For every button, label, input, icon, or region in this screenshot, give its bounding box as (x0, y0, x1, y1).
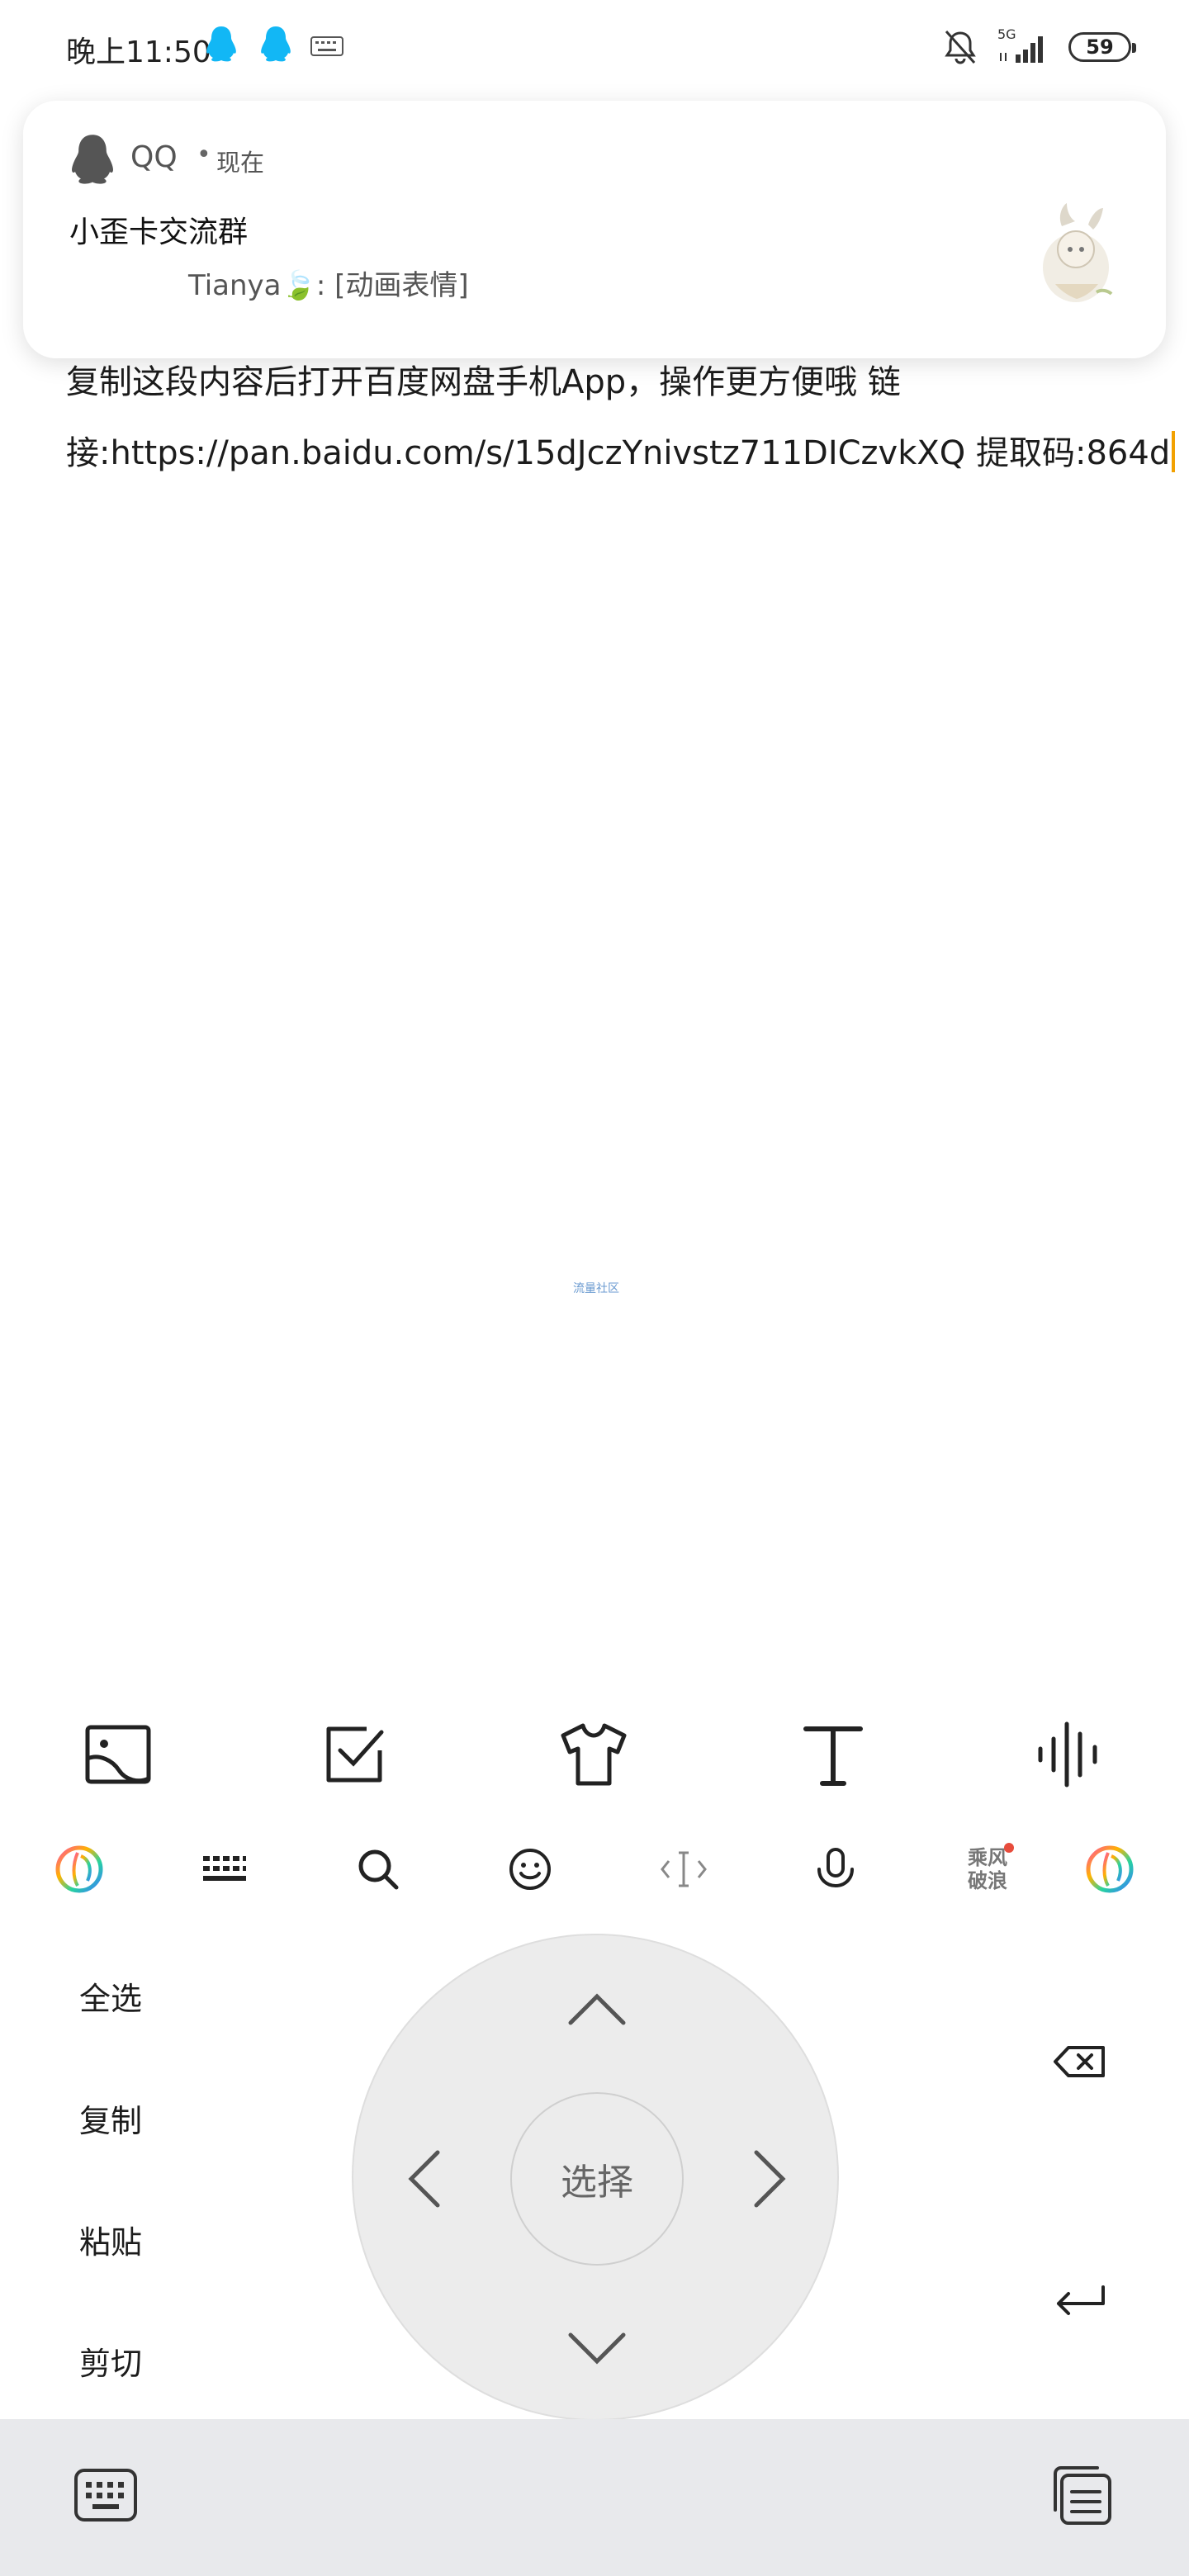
status-bar: 晚上11:50 5G 59 (0, 0, 1189, 99)
cut-button[interactable]: 剪切 (79, 2338, 142, 2384)
game-logo-icon[interactable]: 乘风破浪 (956, 1838, 1019, 1901)
qq-notification[interactable]: QQ • 现在 小歪卡交流群 Tianya🍃: [动画表情] (23, 101, 1166, 358)
keyboard-icon[interactable] (73, 2462, 139, 2528)
notification-app-name: QQ (130, 140, 178, 174)
clipboard-icon[interactable] (1049, 2462, 1115, 2528)
keyboard-grid-icon[interactable] (193, 1838, 256, 1901)
sticker-thumbnail (1043, 203, 1113, 302)
notification-title: 小歪卡交流群 (69, 215, 249, 249)
text-icon[interactable] (796, 1717, 870, 1792)
qq-app-icon (72, 135, 113, 184)
enter-icon[interactable] (1052, 2280, 1110, 2322)
notification-dot (1004, 1843, 1014, 1853)
arrow-right-icon[interactable] (733, 2146, 799, 2212)
cursor-dpad[interactable]: 选择 (352, 1934, 839, 2421)
edit-panel: 全选 复制 粘贴 剪切 选择 (0, 1924, 1189, 2421)
note-text-content[interactable]: 接:https://pan.baidu.com/s/15dJczYnivstz7… (66, 434, 1170, 472)
notification-separator: • (197, 140, 211, 169)
audio-icon[interactable] (1032, 1717, 1106, 1792)
cursor-icon[interactable] (652, 1838, 715, 1901)
image-icon[interactable] (81, 1717, 155, 1792)
notification-time: 现在 (216, 149, 265, 177)
select-toggle-label: 选择 (561, 2162, 633, 2204)
mic-icon[interactable] (804, 1838, 867, 1901)
battery-indicator: 59 (1068, 32, 1136, 62)
format-toolbar (0, 1709, 1189, 1800)
game-logo-text: 乘风破浪 (964, 1843, 1014, 1892)
copy-button[interactable]: 复制 (79, 2095, 142, 2141)
ime-logo-icon[interactable] (48, 1838, 111, 1901)
select-toggle-button[interactable]: 选择 (510, 2092, 684, 2266)
shirt-icon[interactable] (557, 1717, 631, 1792)
select-all-button[interactable]: 全选 (79, 1973, 142, 2019)
qq-notification-icon (261, 26, 291, 62)
status-time: 晚上11:50 (66, 36, 211, 69)
bottom-bar (0, 2419, 1189, 2576)
notification-message: Tianya🍃: [动画表情] (188, 269, 469, 302)
battery-level: 59 (1086, 36, 1114, 59)
ime-toolbar: 乘风破浪 (0, 1835, 1189, 1909)
arrow-left-icon[interactable] (395, 2146, 461, 2212)
backspace-icon[interactable] (1052, 2041, 1110, 2082)
note-editor[interactable]: 复制这段内容后打开百度网盘手机App，操作更方便哦 链 接:https://pa… (66, 347, 1176, 489)
qq-notification-icon (206, 26, 236, 62)
checkbox-icon[interactable] (319, 1717, 393, 1792)
signal-icon: 5G (997, 26, 1050, 66)
arrow-down-icon[interactable] (564, 2315, 630, 2381)
bell-muted-icon (945, 30, 976, 64)
watermark: 流量社区 (573, 1282, 619, 1295)
arrow-up-icon[interactable] (564, 1977, 630, 2043)
keyboard-status-icon (310, 36, 343, 56)
note-text-line[interactable]: 接:https://pan.baidu.com/s/15dJczYnivstz7… (66, 418, 1176, 489)
emoji-icon[interactable] (499, 1838, 561, 1901)
ime-logo-icon[interactable] (1078, 1838, 1141, 1901)
search-icon[interactable] (347, 1838, 410, 1901)
paste-button[interactable]: 粘贴 (79, 2217, 142, 2262)
text-caret (1172, 431, 1176, 472)
